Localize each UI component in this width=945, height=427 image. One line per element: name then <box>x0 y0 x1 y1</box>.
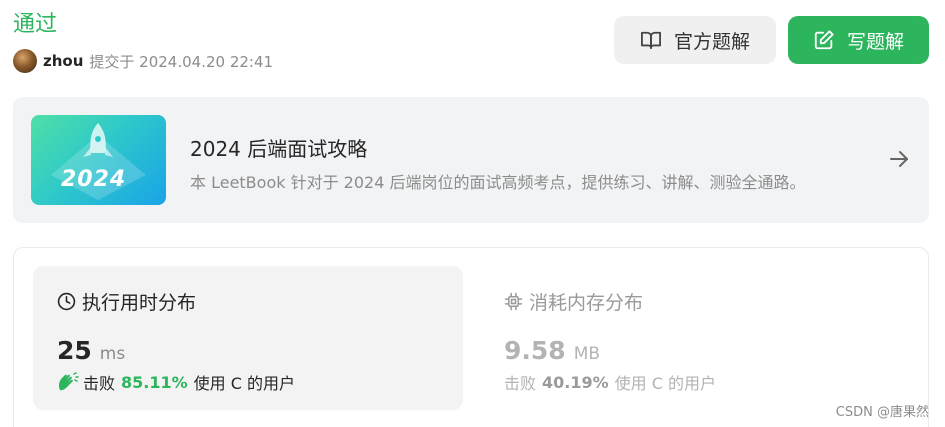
memory-header: 消耗内存分布 <box>504 288 643 315</box>
runtime-beat: 击败 85.11% 使用 C 的用户 <box>57 370 295 394</box>
runtime-card[interactable]: 执行用时分布 25 ms 击败 85.11% 使用 C 的用户 <box>33 266 463 410</box>
memory-title: 消耗内存分布 <box>529 292 644 314</box>
book-cover-year: 2024 <box>61 167 127 192</box>
arrow-right-icon <box>890 151 908 167</box>
runtime-beat-prefix: 击败 <box>83 374 116 393</box>
chip-icon <box>504 292 523 311</box>
book-cover: 2024 <box>31 115 166 205</box>
memory-beat-percent: 40.19% <box>542 372 609 392</box>
write-solution-label: 写题解 <box>846 30 904 53</box>
runtime-header: 执行用时分布 <box>57 288 196 315</box>
official-solution-button[interactable]: 官方题解 <box>614 16 776 64</box>
book-description: 本 LeetBook 针对于 2024 后端岗位的面试高频考点，提供练习、讲解、… <box>190 173 806 192</box>
memory-beat-suffix: 使用 C 的用户 <box>614 374 717 393</box>
book-open-icon <box>640 31 661 50</box>
avatar[interactable] <box>13 49 37 73</box>
submission-meta: zhou 提交于 2024.04.20 22:41 <box>13 49 273 73</box>
official-solution-label: 官方题解 <box>673 30 750 53</box>
memory-beat-prefix: 击败 <box>504 374 537 393</box>
memory-unit: MB <box>573 344 601 364</box>
memory-card[interactable]: 消耗内存分布 9.58 MB 击败 40.19% 使用 C 的用户 <box>504 266 904 410</box>
username[interactable]: zhou <box>43 52 83 70</box>
book-title: 2024 后端面试攻略 <box>190 137 368 161</box>
leetbook-banner[interactable]: 2024 2024 后端面试攻略 本 LeetBook 针对于 2024 后端岗… <box>13 97 929 223</box>
runtime-value: 25 ms <box>57 336 125 365</box>
runtime-beat-suffix: 使用 C 的用户 <box>193 374 296 393</box>
clap-icon <box>58 372 79 391</box>
memory-number: 9.58 <box>504 336 566 365</box>
clock-icon <box>57 292 76 311</box>
watermark: CSDN @唐果然 <box>835 405 929 420</box>
memory-beat: 击败 40.19% 使用 C 的用户 <box>504 370 716 394</box>
submitted-time: 提交于 2024.04.20 22:41 <box>89 52 274 71</box>
runtime-unit: ms <box>99 344 126 364</box>
performance-panel: 执行用时分布 25 ms 击败 85.11% 使用 C 的用户 消耗内存分布 9… <box>13 247 929 427</box>
memory-value: 9.58 MB <box>504 336 600 365</box>
runtime-beat-percent: 85.11% <box>121 372 188 392</box>
submission-status: 通过 <box>13 12 58 37</box>
runtime-title: 执行用时分布 <box>82 292 197 314</box>
runtime-number: 25 <box>57 336 92 365</box>
edit-icon <box>814 30 834 50</box>
write-solution-button[interactable]: 写题解 <box>788 16 929 64</box>
